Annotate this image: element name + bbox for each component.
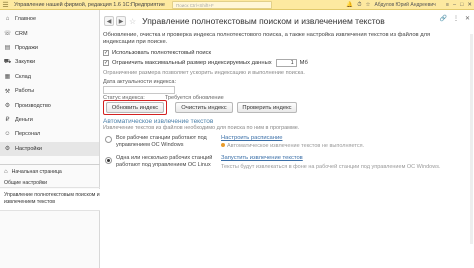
date-field <box>103 86 175 94</box>
link-icon[interactable]: 🔗 <box>439 15 446 22</box>
status-value: Требуется обновление <box>164 95 224 101</box>
arrow-left-icon: ◀ <box>106 18 112 25</box>
title-bar: ☰ Управление нашей фирмой, редакция 1.6 … <box>0 0 474 10</box>
page-header: ◀ ▶ ☆ Управление полнотекстовым поиском … <box>101 10 474 32</box>
forward-button[interactable]: ▶ <box>116 16 126 26</box>
crm-icon: ☏ <box>3 31 12 38</box>
check-index-button[interactable]: Проверить индекс <box>237 102 297 113</box>
page-content: Обновление, очистка и проверка индекса п… <box>103 32 469 181</box>
purchases-icon: ⛟ <box>3 59 12 66</box>
limit-size-label: Ограничить максимальный размер индексиру… <box>112 60 272 66</box>
sidebar-item-production[interactable]: ⚙ Производство <box>0 98 99 112</box>
use-fulltext-checkbox[interactable]: ✓ Использовать полнотекстовый поиск <box>103 48 469 57</box>
open-page-fulltext[interactable]: Управление полнотекстовым поиском и извл… <box>0 189 100 211</box>
sidebar-item-crm[interactable]: ☏ CRM <box>0 26 99 40</box>
index-buttons: Обновить индекс Очистить индекс Проверит… <box>103 100 469 116</box>
option-linux-radio[interactable] <box>105 157 112 164</box>
option-windows-note: Автоматическое извлечение текстов не вып… <box>221 143 364 149</box>
extraction-options: Все рабочие станции работают под управле… <box>103 133 469 181</box>
app-menu-icon[interactable]: ☰ <box>1 1 10 9</box>
sidebar-item-purchases[interactable]: ⛟ Закупки <box>0 55 99 69</box>
date-label: Дата актуальности индекса: <box>103 79 177 85</box>
page-description: Обновление, очистка и проверка индекса п… <box>103 32 431 45</box>
option-linux-text: Одна или несколько рабочих станций работ… <box>116 155 213 168</box>
history-icon[interactable]: ⏱ <box>357 2 361 9</box>
money-icon: ₽ <box>5 117 10 124</box>
sidebar-item-sales[interactable]: ▤ Продажи <box>0 41 99 55</box>
checkbox-checked-icon[interactable]: ✓ <box>103 49 109 56</box>
sales-icon: ▤ <box>4 45 11 52</box>
settings-menu-icon[interactable]: ≡ <box>446 2 449 8</box>
radio-selected-icon[interactable] <box>105 157 112 164</box>
home-icon: ⌂ <box>5 16 10 23</box>
sidebar-item-main[interactable]: ⌂ Главное <box>0 12 99 26</box>
open-page-general-settings[interactable]: Общие настройки <box>0 178 100 188</box>
open-page-start[interactable]: ⌂ Начальная страница <box>0 167 100 177</box>
option-windows-radio[interactable] <box>105 136 112 145</box>
limit-size-input[interactable]: 1 <box>275 59 297 67</box>
limit-size-unit: Мб <box>299 60 308 66</box>
maximize-icon[interactable]: □ <box>460 2 463 8</box>
sidebar: ⌂ Главное ☏ CRM ▤ Продажи ⛟ Закупки ▦ Склад ⚒… <box>0 10 100 268</box>
back-button[interactable]: ◀ <box>104 16 114 26</box>
option-windows-text: Все рабочие станции работают под управле… <box>116 135 207 148</box>
radio-unselected-icon[interactable] <box>105 136 112 143</box>
schedule-link[interactable]: Настроить расписание <box>221 135 282 141</box>
home-icon: ⌂ <box>4 169 8 175</box>
sidebar-item-money[interactable]: ₽ Деньги <box>0 113 99 127</box>
run-extraction-link[interactable]: Запустить извлечение текстов <box>221 155 303 161</box>
main-panel: ◀ ▶ ☆ Управление полнотекстовым поиском … <box>101 10 474 268</box>
scrollbar[interactable] <box>470 34 473 244</box>
close-page-icon[interactable]: ✕ <box>465 15 470 22</box>
favorites-icon[interactable]: ☆ <box>366 2 371 8</box>
auto-extraction-title: Автоматическое извлечение текстов <box>103 118 214 125</box>
sidebar-item-works[interactable]: ⚒ Работы <box>0 84 99 98</box>
option-linux-note: Тексты будут извлекаться в фоне на рабоч… <box>221 164 441 170</box>
sidebar-divider <box>0 164 100 165</box>
warehouse-icon: ▦ <box>4 74 11 81</box>
info-dot-icon <box>221 143 225 147</box>
limit-size-checkbox[interactable]: ✓ <box>103 60 109 66</box>
close-icon[interactable]: ✕ <box>467 2 472 8</box>
limit-size-row: ✓ Ограничить максимальный размер индекси… <box>103 58 469 68</box>
limit-note: Ограничение размера позволяет ускорить и… <box>103 70 305 76</box>
production-icon: ⚙ <box>4 103 11 110</box>
user-name[interactable]: Абдулов Юрий Андреевич <box>374 2 435 8</box>
auto-extraction-hint: Извлечение текстов из файлов необходимо … <box>103 125 300 131</box>
sidebar-item-staff[interactable]: ☺ Персонал <box>0 127 99 141</box>
page-title: Управление полнотекстовым поиском и извл… <box>142 16 385 26</box>
minimize-icon[interactable]: – <box>453 2 456 8</box>
works-icon: ⚒ <box>4 88 11 95</box>
clear-index-button[interactable]: Очистить индекс <box>175 102 233 113</box>
window-title: Управление нашей фирмой, редакция 1.6 1С… <box>14 1 165 8</box>
sidebar-item-warehouse[interactable]: ▦ Склад <box>0 70 99 84</box>
notifications-icon[interactable]: 🔔 <box>346 2 353 8</box>
settings-icon: ⚙ <box>4 146 11 153</box>
sidebar-item-settings[interactable]: ⚙ Настройки <box>0 141 99 156</box>
arrow-right-icon: ▶ <box>118 18 124 25</box>
more-icon[interactable]: ⋮ <box>453 15 459 22</box>
global-search-input[interactable]: Поиск Ctrl+Shift+F <box>172 1 272 9</box>
favorite-star-icon[interactable]: ☆ <box>129 17 136 26</box>
update-index-button[interactable]: Обновить индекс <box>106 102 164 113</box>
staff-icon: ☺ <box>4 131 11 138</box>
